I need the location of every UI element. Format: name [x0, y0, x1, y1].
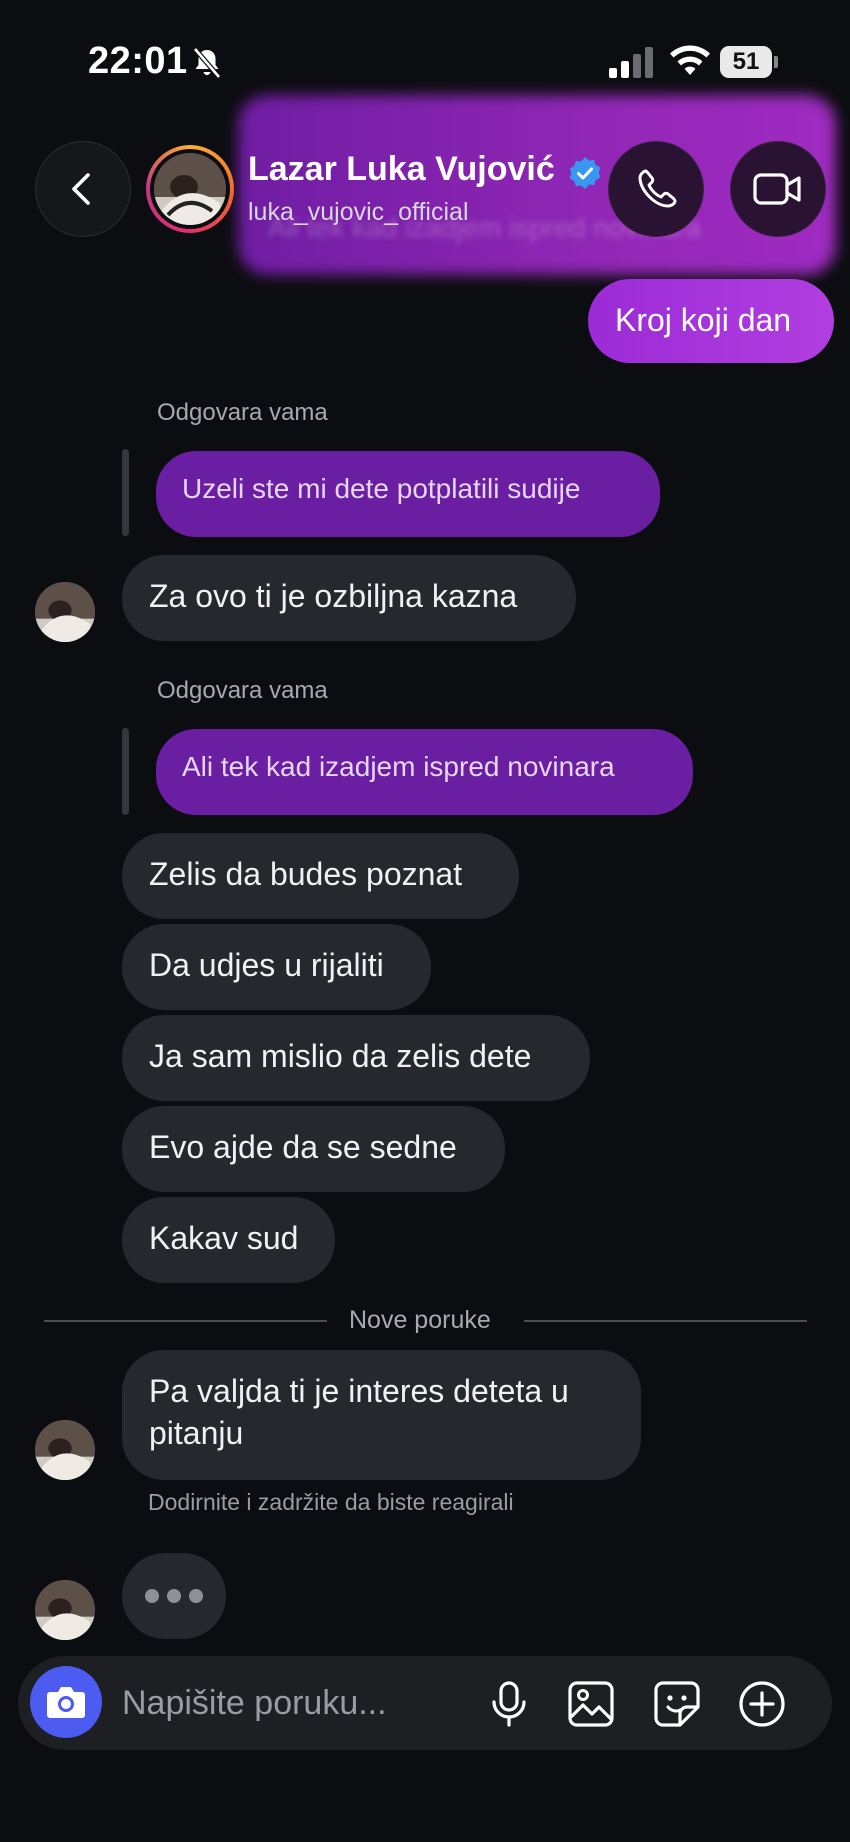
reply-context-label: Odgovara vama	[157, 677, 328, 704]
message-line: Pa valjda ti je interes deteta u	[149, 1373, 569, 1409]
incoming-message[interactable]: Evo ajde da se sedne	[122, 1106, 505, 1192]
new-messages-divider: Nove poruke	[349, 1306, 491, 1334]
typing-indicator	[122, 1553, 226, 1639]
incoming-message[interactable]: Zelis da budes poznat	[122, 833, 519, 919]
back-button[interactable]	[35, 141, 131, 237]
cellular-signal-icon	[609, 47, 653, 78]
video-call-button[interactable]	[730, 141, 826, 237]
image-icon[interactable]	[566, 1679, 616, 1729]
phone-icon	[638, 169, 677, 208]
quoted-message[interactable]: Uzeli ste mi dete potplatili sudije	[156, 451, 660, 537]
sender-avatar[interactable]	[35, 582, 95, 642]
incoming-message[interactable]: Ja sam mislio da zelis dete	[122, 1015, 590, 1101]
wifi-icon	[670, 45, 710, 75]
outgoing-message[interactable]: Kroj koji dan	[588, 279, 834, 363]
status-time: 22:01	[88, 40, 188, 82]
plus-circle-icon[interactable]	[737, 1679, 787, 1729]
reply-indicator-line	[122, 449, 129, 536]
divider-line	[44, 1320, 327, 1322]
audio-call-button[interactable]	[608, 141, 704, 237]
message-input[interactable]: Napišite poruku...	[122, 1684, 387, 1723]
incoming-message[interactable]: Kakav sud	[122, 1197, 335, 1283]
divider-line	[524, 1320, 807, 1322]
verified-badge-icon	[569, 157, 601, 189]
battery-level: 51	[720, 46, 772, 78]
sticker-icon[interactable]	[652, 1679, 702, 1729]
video-camera-icon	[753, 173, 801, 205]
battery-icon: 51	[720, 46, 778, 78]
profile-avatar[interactable]	[146, 145, 234, 233]
sender-avatar[interactable]	[35, 1580, 95, 1640]
contact-username[interactable]: luka_vujovic_official	[248, 198, 469, 227]
incoming-message[interactable]: Za ovo ti je ozbiljna kazna	[122, 555, 576, 641]
incoming-message[interactable]: Pa valjda ti je interes deteta u pitanju	[122, 1350, 641, 1480]
quoted-message[interactable]: Ali tek kad izadjem ispred novinara	[156, 729, 693, 815]
sender-avatar[interactable]	[35, 1420, 95, 1480]
reply-indicator-line	[122, 728, 129, 815]
incoming-message[interactable]: Da udjes u rijaliti	[122, 924, 431, 1010]
microphone-icon[interactable]	[484, 1679, 534, 1729]
contact-name[interactable]: Lazar Luka Vujović	[248, 150, 555, 189]
silent-mode-icon	[193, 47, 221, 79]
chevron-left-icon	[72, 173, 90, 205]
camera-icon	[47, 1687, 85, 1718]
message-line: pitanju	[149, 1415, 244, 1451]
react-hint: Dodirnite i zadržite da biste reagirali	[148, 1489, 514, 1515]
camera-button[interactable]	[30, 1666, 102, 1738]
reply-context-label: Odgovara vama	[157, 399, 328, 426]
